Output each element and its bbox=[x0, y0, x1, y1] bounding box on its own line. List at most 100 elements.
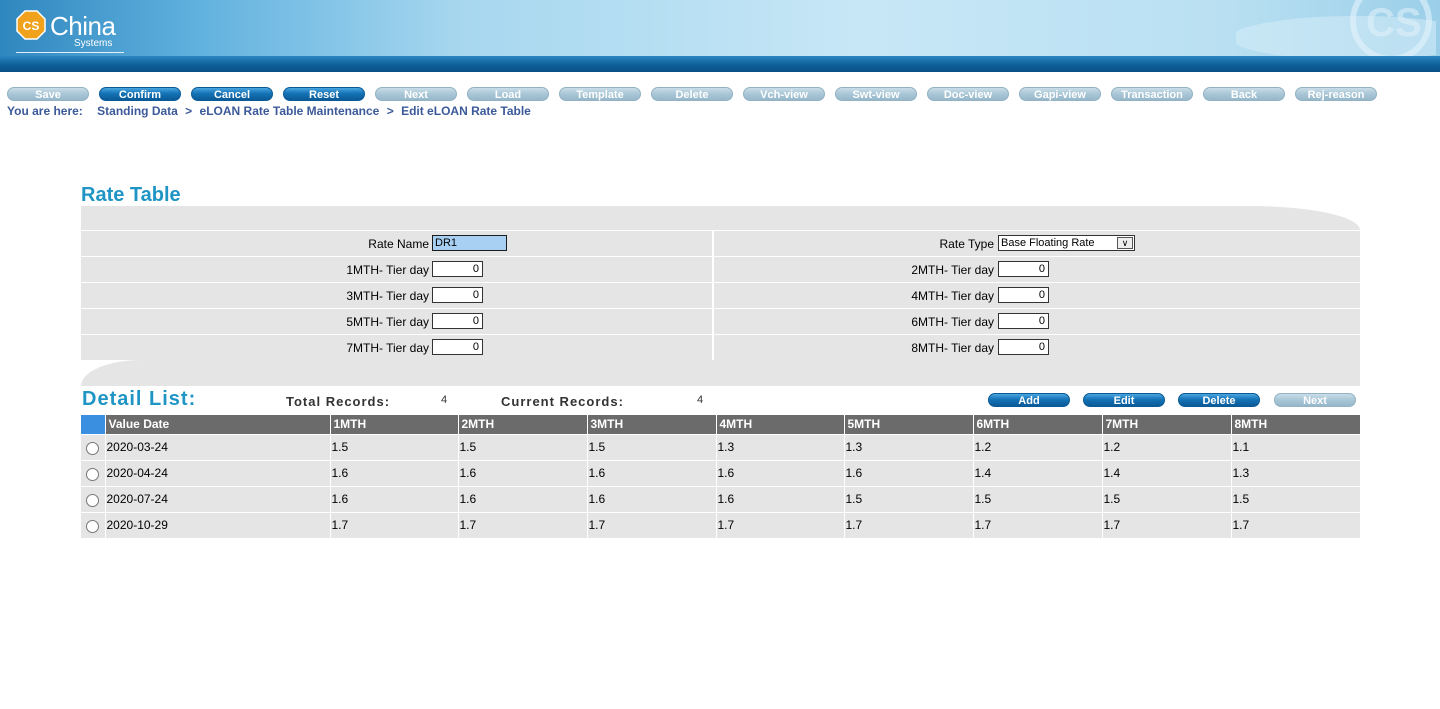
header-banner: CS CS China Systems bbox=[0, 0, 1440, 72]
logo-underline bbox=[16, 52, 124, 53]
tier-4mth-label: 4MTH- Tier day bbox=[911, 289, 994, 303]
detail-delete-button[interactable]: Delete bbox=[1178, 393, 1260, 407]
column-header-1mth: 1MTH bbox=[329, 415, 458, 434]
toolbar-button-save[interactable]: Save bbox=[7, 87, 89, 101]
table-row[interactable]: 2020-04-24 1.6 1.6 1.6 1.6 1.6 1.4 1.4 1.3 bbox=[81, 459, 1360, 486]
value-date-cell: 2020-04-24 bbox=[104, 459, 330, 486]
column-header-5mth: 5MTH bbox=[843, 415, 973, 434]
current-records-label: Current Records: bbox=[501, 394, 624, 409]
tier-3mth-cell: 3MTH- Tier day 0 bbox=[81, 283, 712, 308]
row-select-radio[interactable] bbox=[86, 493, 100, 507]
tier-2mth-label: 2MTH- Tier day bbox=[911, 263, 994, 277]
tier-7mth-cell: 7MTH- Tier day 0 bbox=[81, 335, 712, 360]
toolbar-button-confirm[interactable]: Confirm bbox=[99, 87, 181, 101]
toolbar-button-delete[interactable]: Delete bbox=[651, 87, 733, 101]
column-header-3mth: 3MTH bbox=[586, 415, 716, 434]
toolbar-button-rej-reason[interactable]: Rej-reason bbox=[1295, 87, 1377, 101]
rate-cell: 1.5 bbox=[1230, 485, 1360, 512]
table-row[interactable]: 2020-10-29 1.7 1.7 1.7 1.7 1.7 1.7 1.7 1.7 bbox=[81, 511, 1360, 538]
rate-type-select[interactable]: Base Floating Rate ∨ bbox=[998, 235, 1135, 251]
rate-row-name-type: Rate Name DR1 Rate Type Base Floating Ra… bbox=[81, 230, 1360, 256]
rate-cell: 1.5 bbox=[972, 485, 1102, 512]
toolbar-button-next[interactable]: Next bbox=[375, 87, 457, 101]
value-date-cell: 2020-07-24 bbox=[104, 485, 330, 512]
rate-cell: 1.7 bbox=[329, 511, 458, 538]
tier-8mth-label: 8MTH- Tier day bbox=[911, 341, 994, 355]
rate-type-cell: Rate Type Base Floating Rate ∨ bbox=[714, 231, 1360, 256]
rate-cell: 1.3 bbox=[1230, 459, 1360, 486]
column-header-7mth: 7MTH bbox=[1101, 415, 1231, 434]
tier-5mth-input[interactable]: 0 bbox=[432, 313, 483, 329]
rate-table-top-panel bbox=[81, 206, 1360, 230]
rate-cell: 1.6 bbox=[586, 485, 716, 512]
toolbar-button-gapi-view[interactable]: Gapi-view bbox=[1019, 87, 1101, 101]
column-header-4mth: 4MTH bbox=[715, 415, 844, 434]
rate-cell: 1.1 bbox=[1230, 433, 1360, 460]
breadcrumb-separator: > bbox=[386, 104, 394, 118]
tier-6mth-label: 6MTH- Tier day bbox=[911, 315, 994, 329]
row-select-cell bbox=[81, 459, 105, 486]
rate-tier-row: 1MTH- Tier day 0 2MTH- Tier day 0 bbox=[81, 256, 1360, 282]
rate-type-selected-value: Base Floating Rate bbox=[1001, 237, 1095, 249]
rate-cell: 1.6 bbox=[715, 485, 844, 512]
rate-name-input[interactable]: DR1 bbox=[432, 235, 507, 251]
rate-cell: 1.4 bbox=[972, 459, 1102, 486]
detail-edit-button[interactable]: Edit bbox=[1083, 393, 1165, 407]
breadcrumb-item-rate-table-maintenance[interactable]: eLOAN Rate Table Maintenance bbox=[200, 104, 380, 118]
toolbar-button-transaction[interactable]: Transaction bbox=[1111, 87, 1193, 101]
logo-text-sub: Systems bbox=[74, 38, 113, 49]
logo-text-main: China bbox=[50, 11, 116, 41]
rate-cell: 1.7 bbox=[1230, 511, 1360, 538]
rate-cell: 1.6 bbox=[843, 459, 973, 486]
current-records-value: 4 bbox=[697, 394, 704, 406]
chevron-down-icon[interactable]: ∨ bbox=[1117, 237, 1133, 249]
toolbar-button-load[interactable]: Load bbox=[467, 87, 549, 101]
rate-tier-row: 7MTH- Tier day 0 8MTH- Tier day 0 bbox=[81, 334, 1360, 360]
toolbar-button-swt-view[interactable]: Swt-view bbox=[835, 87, 917, 101]
tier-7mth-input[interactable]: 0 bbox=[432, 339, 483, 355]
value-date-cell: 2020-03-24 bbox=[104, 433, 330, 460]
rate-cell: 1.6 bbox=[457, 485, 587, 512]
column-header-value-date: Value Date bbox=[104, 415, 330, 434]
breadcrumb-item-standing-data[interactable]: Standing Data bbox=[97, 104, 178, 118]
rate-cell: 1.5 bbox=[329, 433, 458, 460]
tier-1mth-input[interactable]: 0 bbox=[432, 261, 483, 277]
tier-4mth-cell: 4MTH- Tier day 0 bbox=[714, 283, 1360, 308]
detail-next-button[interactable]: Next bbox=[1274, 393, 1356, 407]
rate-cell: 1.7 bbox=[972, 511, 1102, 538]
toolbar-button-cancel[interactable]: Cancel bbox=[191, 87, 273, 101]
breadcrumb: You are here: Standing Data > eLOAN Rate… bbox=[7, 104, 531, 118]
toolbar-button-reset[interactable]: Reset bbox=[283, 87, 365, 101]
row-select-radio[interactable] bbox=[86, 467, 100, 481]
rate-cell: 1.3 bbox=[843, 433, 973, 460]
tier-8mth-input[interactable]: 0 bbox=[998, 339, 1049, 355]
tier-1mth-label: 1MTH- Tier day bbox=[346, 263, 429, 277]
tier-3mth-input[interactable]: 0 bbox=[432, 287, 483, 303]
rate-cell: 1.7 bbox=[1101, 511, 1231, 538]
rate-table-form: Rate Name DR1 Rate Type Base Floating Ra… bbox=[81, 230, 1360, 360]
toolbar-button-doc-view[interactable]: Doc-view bbox=[927, 87, 1009, 101]
detail-add-button[interactable]: Add bbox=[988, 393, 1070, 407]
toolbar-button-template[interactable]: Template bbox=[559, 87, 641, 101]
row-select-radio[interactable] bbox=[86, 441, 100, 455]
tier-4mth-input[interactable]: 0 bbox=[998, 287, 1049, 303]
rate-cell: 1.6 bbox=[329, 485, 458, 512]
row-select-cell bbox=[81, 485, 105, 512]
rate-tier-row: 5MTH- Tier day 0 6MTH- Tier day 0 bbox=[81, 308, 1360, 334]
banner-decoration: CS bbox=[1236, 0, 1436, 62]
tier-2mth-input[interactable]: 0 bbox=[998, 261, 1049, 277]
column-header-8mth: 8MTH bbox=[1230, 415, 1360, 434]
tier-7mth-label: 7MTH- Tier day bbox=[346, 341, 429, 355]
rate-cell: 1.6 bbox=[586, 459, 716, 486]
rate-cell: 1.7 bbox=[843, 511, 973, 538]
toolbar-button-vch-view[interactable]: Vch-view bbox=[743, 87, 825, 101]
table-row[interactable]: 2020-03-24 1.5 1.5 1.5 1.3 1.3 1.2 1.2 1.1 bbox=[81, 433, 1360, 460]
detail-list-title: Detail List: bbox=[82, 388, 197, 410]
table-row[interactable]: 2020-07-24 1.6 1.6 1.6 1.6 1.5 1.5 1.5 1.5 bbox=[81, 485, 1360, 512]
row-select-radio[interactable] bbox=[86, 519, 100, 533]
tier-8mth-cell: 8MTH- Tier day 0 bbox=[714, 335, 1360, 360]
tier-6mth-input[interactable]: 0 bbox=[998, 313, 1049, 329]
select-column-header bbox=[81, 415, 105, 434]
rate-tier-row: 3MTH- Tier day 0 4MTH- Tier day 0 bbox=[81, 282, 1360, 308]
toolbar-button-back[interactable]: Back bbox=[1203, 87, 1285, 101]
